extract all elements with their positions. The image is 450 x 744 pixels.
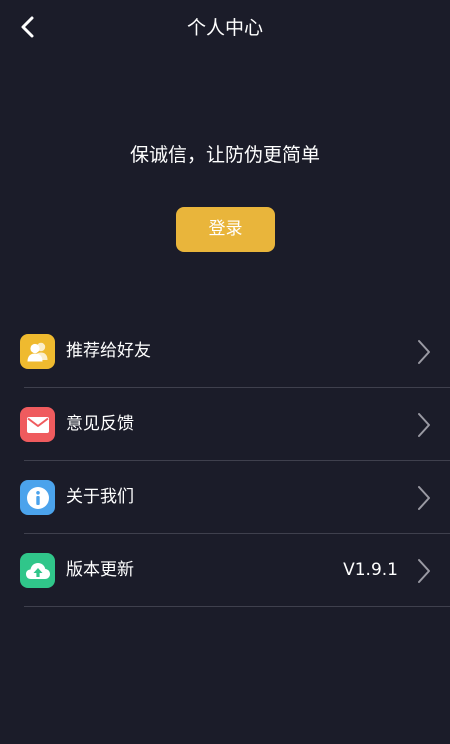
menu-item-about[interactable]: 关于我们 xyxy=(0,461,450,534)
top-bar: 个人中心 xyxy=(0,0,450,56)
version-number: V1.9.1 xyxy=(343,560,398,580)
menu-item-label: 版本更新 xyxy=(66,560,134,580)
info-icon xyxy=(26,486,49,509)
chevron-right-icon xyxy=(418,340,430,364)
feedback-icon-tile xyxy=(20,407,55,442)
cloud-upload-icon xyxy=(25,562,50,579)
chevron-left-icon xyxy=(21,16,34,38)
divider xyxy=(24,606,450,607)
menu-item-label: 推荐给好友 xyxy=(66,341,151,361)
menu-item-feedback[interactable]: 意见反馈 xyxy=(0,388,450,461)
settings-menu: 推荐给好友 意见反馈 关于我们 版本更新 V1.9.1 xyxy=(0,315,450,607)
menu-item-version-update[interactable]: 版本更新 V1.9.1 xyxy=(0,534,450,607)
recommend-icon-tile xyxy=(20,334,55,369)
page-title: 个人中心 xyxy=(186,17,263,39)
version-icon-tile xyxy=(20,553,55,588)
slogan-text: 保诚信，让防伪更简单 xyxy=(129,144,320,166)
chevron-right-icon xyxy=(418,413,430,437)
menu-item-recommend[interactable]: 推荐给好友 xyxy=(0,315,450,388)
login-button[interactable]: 登录 xyxy=(176,207,275,252)
chevron-right-icon xyxy=(418,486,430,510)
profile-screen: 个人中心 保诚信，让防伪更简单 登录 推荐给好友 意见反馈 关于我们 版本更新 … xyxy=(0,0,450,744)
menu-item-label: 意见反馈 xyxy=(66,414,134,434)
chevron-right-icon xyxy=(418,559,430,583)
mail-icon xyxy=(26,416,49,433)
users-icon xyxy=(27,342,47,361)
back-button[interactable] xyxy=(10,10,44,44)
about-icon-tile xyxy=(20,480,55,515)
menu-item-label: 关于我们 xyxy=(66,487,134,507)
